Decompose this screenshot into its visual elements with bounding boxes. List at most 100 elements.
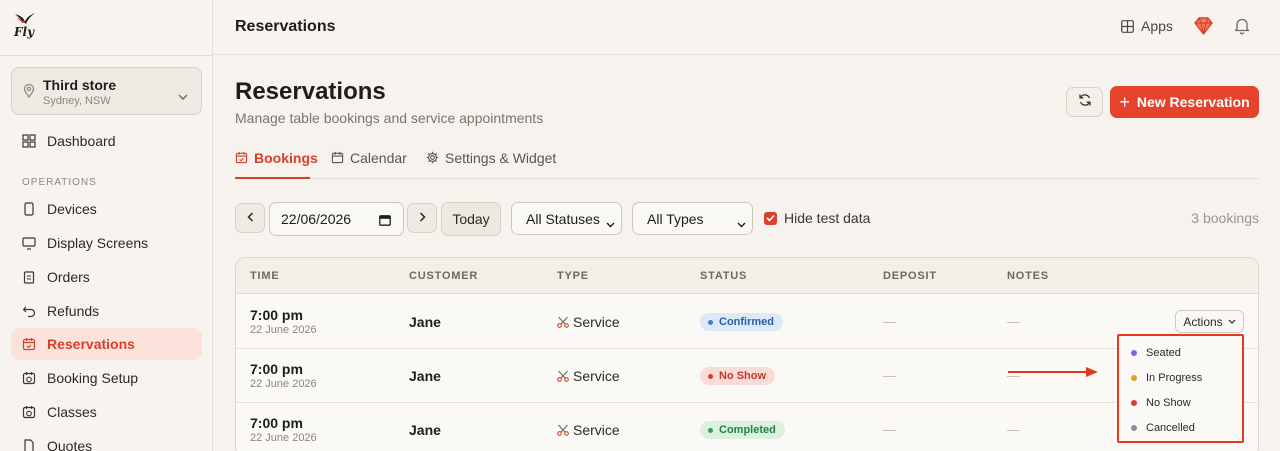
sidebar-section-label: OPERATIONS <box>22 177 97 188</box>
status-dot <box>1131 350 1137 356</box>
customer-name: Jane <box>409 314 441 330</box>
sidebar-item-refunds[interactable]: Refunds <box>11 295 202 327</box>
menu-item-label: Seated <box>1146 347 1181 359</box>
table-row[interactable]: 7:00 pm 22 June 2026 Jane Service Comple… <box>236 403 1258 451</box>
today-button[interactable]: Today <box>441 202 501 236</box>
booking-time: 7:00 pm <box>250 415 303 431</box>
table-row[interactable]: 7:00 pm 22 June 2026 Jane Service No Sho… <box>236 349 1258 403</box>
booking-type: Service <box>557 422 620 438</box>
menu-item-in-progress[interactable]: In Progress <box>1131 372 1202 384</box>
status-dot <box>708 319 713 325</box>
booking-type-label: Service <box>573 422 620 438</box>
menu-item-label: In Progress <box>1146 372 1203 384</box>
notes-value: — <box>1007 422 1020 437</box>
sidebar-item-dashboard[interactable]: Dashboard <box>11 125 202 157</box>
annotation-arrow <box>1008 365 1100 383</box>
calendar-clock-icon <box>22 371 36 385</box>
deposit-value: — <box>883 368 896 383</box>
date-input[interactable]: 22/06/2026 <box>269 202 404 236</box>
table-header: TIME CUSTOMER TYPE STATUS DEPOSIT NOTES <box>236 258 1258 294</box>
status-dot <box>1131 400 1137 406</box>
status-label: No Show <box>719 370 767 382</box>
grid-icon <box>1121 19 1134 33</box>
chevron-down-icon <box>737 215 746 231</box>
calendar-icon <box>331 151 344 164</box>
store-selector[interactable]: Third store Sydney, NSW <box>11 67 202 115</box>
filter-bar: 22/06/2026 Today All Statuses All Types … <box>235 202 1259 236</box>
status-dropdown-menu: Seated In Progress No Show Cancelled <box>1117 334 1244 443</box>
tab-label: Bookings <box>254 150 318 166</box>
device-icon <box>22 202 36 216</box>
hide-test-data-checkbox[interactable] <box>764 211 777 225</box>
sidebar-item-label: Orders <box>47 269 90 285</box>
prev-day-button[interactable] <box>235 203 265 233</box>
type-filter-select[interactable]: All Types <box>632 202 753 235</box>
sidebar-item-quotes[interactable]: Quotes <box>11 430 202 451</box>
status-dot <box>708 427 713 433</box>
menu-item-cancelled[interactable]: Cancelled <box>1131 422 1195 434</box>
booking-type-label: Service <box>573 314 620 330</box>
status-badge: Completed <box>700 421 785 439</box>
gear-icon <box>426 151 439 164</box>
menu-item-label: Cancelled <box>1146 422 1195 434</box>
bookings-count: 3 bookings <box>1191 210 1259 226</box>
status-label: Confirmed <box>719 316 774 328</box>
status-badge: No Show <box>700 367 776 385</box>
plus-icon: + <box>1119 92 1130 112</box>
tab-bookings[interactable]: Bookings <box>235 148 318 179</box>
sidebar-item-reservations[interactable]: Reservations <box>11 328 202 360</box>
status-dot <box>708 373 713 379</box>
sidebar-item-label: Devices <box>47 201 97 217</box>
tab-bar: Bookings Calendar Settings & Widget <box>235 148 1259 179</box>
menu-item-label: No Show <box>1146 397 1191 409</box>
column-header: STATUS <box>700 270 748 282</box>
hide-test-data-toggle[interactable]: Hide test data <box>764 210 870 226</box>
status-label: Completed <box>719 424 776 436</box>
booking-time: 7:00 pm <box>250 361 303 377</box>
sidebar-item-display-screens[interactable]: Display Screens <box>11 227 202 259</box>
tab-settings-widget[interactable]: Settings & Widget <box>426 148 556 179</box>
bell-icon[interactable] <box>1234 17 1250 40</box>
sidebar-item-label: Dashboard <box>47 133 116 149</box>
refresh-icon <box>1078 93 1092 112</box>
menu-item-no-show[interactable]: No Show <box>1131 397 1191 409</box>
next-day-button[interactable] <box>407 203 437 233</box>
deposit-value: — <box>883 314 896 329</box>
actions-button[interactable]: Actions <box>1175 310 1244 333</box>
sidebar-divider <box>0 55 213 56</box>
sidebar-item-orders[interactable]: Orders <box>11 261 202 293</box>
tab-calendar[interactable]: Calendar <box>331 148 407 179</box>
sidebar-item-booking-setup[interactable]: Booking Setup <box>11 362 202 394</box>
sidebar-item-devices[interactable]: Devices <box>11 193 202 225</box>
brand-logo-text: Fly <box>14 25 35 39</box>
chevron-down-icon <box>178 87 188 105</box>
booking-date: 22 June 2026 <box>250 378 317 390</box>
dashboard-icon <box>22 134 36 148</box>
gem-icon[interactable] <box>1194 17 1213 40</box>
table-row[interactable]: 7:00 pm 22 June 2026 Jane Service Confir… <box>236 295 1258 349</box>
refresh-button[interactable] <box>1066 87 1103 117</box>
actions-label: Actions <box>1183 314 1223 329</box>
new-reservation-label: New Reservation <box>1136 94 1250 110</box>
menu-item-seated[interactable]: Seated <box>1131 347 1181 359</box>
deposit-value: — <box>883 422 896 437</box>
document-icon <box>22 439 36 451</box>
tab-label: Calendar <box>350 150 407 166</box>
new-reservation-button[interactable]: + New Reservation <box>1110 86 1259 118</box>
sidebar-item-classes[interactable]: Classes <box>11 396 202 428</box>
date-value: 22/06/2026 <box>281 211 352 227</box>
column-header: CUSTOMER <box>409 270 479 282</box>
status-filter-select[interactable]: All Statuses <box>511 202 622 235</box>
calendar-icon[interactable] <box>379 213 391 229</box>
column-header: NOTES <box>1007 270 1049 282</box>
column-header: DEPOSIT <box>883 270 937 282</box>
status-filter-value: All Statuses <box>526 210 600 227</box>
booking-date: 22 June 2026 <box>250 432 317 444</box>
scissors-icon <box>557 316 569 328</box>
scissors-icon <box>557 424 569 436</box>
apps-button[interactable]: Apps <box>1121 18 1173 34</box>
chevron-down-icon <box>1228 319 1236 324</box>
topbar: Reservations Apps <box>214 0 1280 55</box>
page-title: Reservations <box>235 78 386 105</box>
chevron-right-icon <box>419 209 426 227</box>
